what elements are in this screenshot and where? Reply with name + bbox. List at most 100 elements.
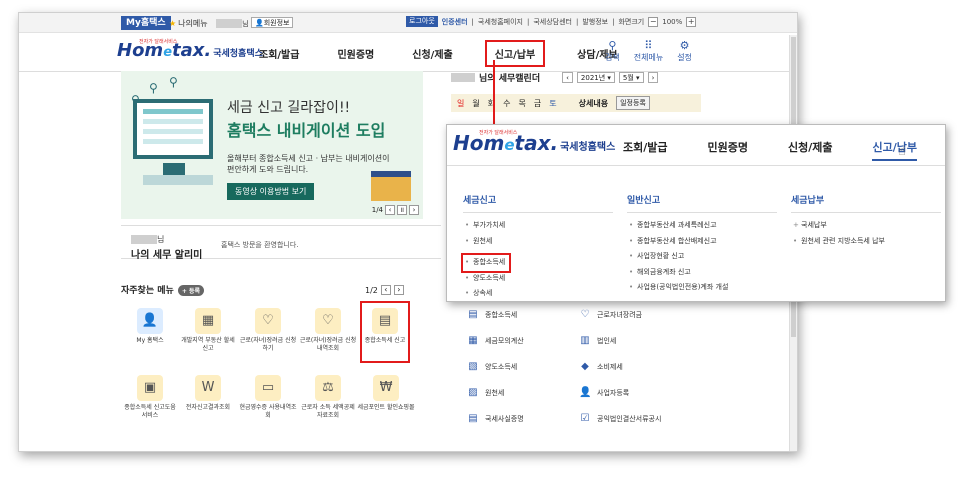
settings-tool[interactable]: ⚙ 설정: [677, 40, 692, 63]
sep: |: [471, 17, 474, 26]
nav-application[interactable]: 신청/제출: [412, 46, 452, 61]
menu-vat[interactable]: 부가가치세: [463, 218, 613, 234]
logo-text-tax: tax.: [514, 131, 559, 155]
menu-business-account[interactable]: 사업용(공익법인전용)계좌 개설: [627, 280, 777, 296]
next-icon[interactable]: ›: [647, 72, 659, 83]
tax-link[interactable]: ▤ 국세사실증명: [467, 413, 524, 424]
tax-link[interactable]: ▤ 종합소득세: [467, 309, 517, 320]
banner-line1: 세금 신고 길라잡이!!: [227, 100, 351, 116]
shopping-bag-icon: ₩: [373, 375, 399, 401]
tax-link[interactable]: ▧ 양도소득세: [467, 361, 517, 372]
mytax-button[interactable]: My홈택스: [121, 16, 171, 30]
cert-center-link[interactable]: 인증센터: [442, 17, 468, 27]
tax-link[interactable]: ☑ 공익법인결산서류공시: [579, 413, 662, 424]
popup-nav-certificate[interactable]: 민원증명: [708, 139, 748, 161]
my-menu-link[interactable]: ★ 나의메뉴 님: [169, 18, 249, 29]
prev-icon[interactable]: ‹: [380, 285, 391, 295]
tax-link[interactable]: ▦ 세금모의계산: [467, 335, 523, 346]
fav-income-tax-help[interactable]: ▣ 종합소득세 신고도움 서비스: [121, 375, 179, 420]
popup-nav-inquiry[interactable]: 조회/발급: [623, 139, 668, 161]
nav-inquiry[interactable]: 조회/발급: [259, 46, 299, 61]
fav-earned-income-apply[interactable]: ♡ 근로(자녀)장려금 신청하기: [239, 308, 297, 353]
fav-deduction-data[interactable]: ⚖ 근로자 소득 세액공제 자료조회: [299, 375, 357, 420]
tax-link[interactable]: ◆ 소비제세: [579, 361, 623, 372]
year-select[interactable]: 2021년 ▾: [576, 72, 615, 83]
logo-text-tax: tax.: [172, 40, 212, 61]
checklist-icon: ☑: [580, 413, 590, 424]
nav-certificate[interactable]: 민원증명: [337, 46, 374, 61]
prev-icon[interactable]: ‹: [385, 205, 395, 215]
tax-link[interactable]: ▨ 원천세: [467, 387, 504, 398]
pause-icon[interactable]: ॥: [397, 205, 407, 215]
menu-local-income-tax[interactable]: 원천세 관련 지방소득세 납부: [791, 234, 941, 250]
fav-my-hometax[interactable]: 👤 My 홈택스: [121, 308, 179, 345]
gear-icon: ⚙: [679, 39, 690, 52]
hand-cursor-icon: ☝: [898, 144, 906, 159]
menu-national-tax-payment[interactable]: 국세납부: [791, 218, 941, 234]
link-consult[interactable]: 국세상담센터: [533, 17, 572, 27]
fav-tax-point-mall[interactable]: ₩ 세금포인트 할인쇼핑몰: [357, 375, 415, 412]
member-info-button[interactable]: 👤회원정보: [251, 17, 294, 28]
heart-icon: ♡: [315, 308, 341, 334]
pin-icon: ⚲: [169, 75, 178, 89]
heart-icon: ♡: [580, 309, 590, 320]
menu-business-status[interactable]: 사업장현황 신고: [627, 249, 777, 265]
prev-icon[interactable]: ‹: [562, 72, 573, 83]
menu-property-exclusion[interactable]: 종합부동산세 합산배제신고: [627, 234, 777, 250]
weekday: 수: [503, 98, 511, 108]
tax-link-label: 국세사실증명: [485, 414, 524, 423]
hometax-logo[interactable]: 전자가 달래서비스 Hometax. 국세청홈택스: [117, 39, 263, 61]
popup-nav: 조회/발급 민원증명 신청/제출 신고/납부: [623, 139, 917, 161]
calculator-icon: ▦: [468, 335, 478, 346]
menu-inheritance[interactable]: 상속세: [463, 286, 613, 302]
calendar-title: 님의 세무캘린더: [479, 74, 541, 84]
search-label: 검색: [605, 53, 620, 62]
tax-link-label: 사업자등록: [597, 388, 630, 397]
logout-button[interactable]: 로그아웃: [406, 16, 438, 27]
promo-banner[interactable]: ⚲ ⚲ ⚲ 세금 신고 길라잡이!! 홈택스 내비게이션 도입 올해부터 종합소…: [121, 71, 423, 219]
tax-link[interactable]: 👤 사업자등록: [579, 387, 629, 398]
search-tool[interactable]: ⚲ 검색: [605, 40, 620, 63]
fav-label: My 홈택스: [136, 337, 164, 344]
scale-icon: ⚖: [315, 375, 341, 401]
calendar-icon: ▤: [372, 308, 398, 334]
weekday-row: 일 월 화 수 목 금 토 상세내용 일정등록: [451, 94, 701, 112]
blurred-username: [216, 19, 243, 28]
tax-link[interactable]: ♡ 근로자녀장려금: [579, 309, 643, 320]
favorites-add-button[interactable]: + 등록: [177, 285, 204, 296]
zoom-in-button[interactable]: +: [686, 16, 697, 27]
zoom-out-button[interactable]: −: [648, 16, 659, 27]
schedule-register-button[interactable]: 일정등록: [616, 96, 650, 110]
link-nts-home[interactable]: 국세청홈페이지: [478, 17, 523, 27]
year-value: 2021년: [580, 74, 606, 82]
menu-withholding[interactable]: 원천세: [463, 234, 613, 250]
fav-real-estate[interactable]: ▦ 개발지역 부동산 할세신고: [179, 308, 237, 353]
link-issue-info[interactable]: 발행정보: [582, 17, 608, 27]
diamond-icon: ◆: [581, 361, 589, 372]
favorites-page-indicator: 1/2: [365, 285, 378, 295]
fav-label: 현금영수증 사용내역조회: [239, 404, 297, 419]
menu-income-tax[interactable]: 종합소득세: [460, 253, 512, 273]
menu-capital-gains[interactable]: 양도소득세: [463, 271, 613, 287]
favorites-title: 자주찾는 메뉴 + 등록: [121, 283, 204, 296]
nav-filing-payment[interactable]: 신고/납부: [484, 40, 546, 67]
tax-link[interactable]: ▥ 법인세: [579, 335, 616, 346]
next-icon[interactable]: ›: [393, 285, 404, 295]
menu-property-special[interactable]: 종합부동산세 과세특례신고: [627, 218, 777, 234]
fav-label: 종합소득세 신고: [364, 337, 406, 344]
fav-label: 종합소득세 신고도움 서비스: [124, 404, 176, 419]
member-info-label: 회원정보: [263, 19, 290, 27]
fav-cash-receipt[interactable]: ▭ 현금영수증 사용내역조회: [239, 375, 297, 420]
fav-income-tax-filing[interactable]: ▤ 종합소득세 신고: [360, 301, 410, 363]
next-icon[interactable]: ›: [409, 205, 419, 215]
menu-overseas-account[interactable]: 해외금융계좌 신고: [627, 265, 777, 281]
fav-earned-income-history[interactable]: ♡ 근로(자녀)장려금 신청내역조회: [299, 308, 357, 353]
video-guide-button[interactable]: 동영상 이용방법 보기: [227, 183, 315, 200]
popup-nav-filing-payment[interactable]: 신고/납부: [872, 139, 917, 161]
fav-label: 근로(자녀)장려금 신청하기: [239, 337, 297, 352]
fav-e-filing-result[interactable]: W 전자신고결과조회: [179, 375, 237, 412]
month-select[interactable]: 5월 ▾: [618, 72, 644, 83]
popup-nav-application[interactable]: 신청/제출: [788, 139, 833, 161]
user-icon: 👤: [137, 308, 163, 334]
all-menu-tool[interactable]: ⠿ 전체메뉴: [634, 40, 663, 63]
